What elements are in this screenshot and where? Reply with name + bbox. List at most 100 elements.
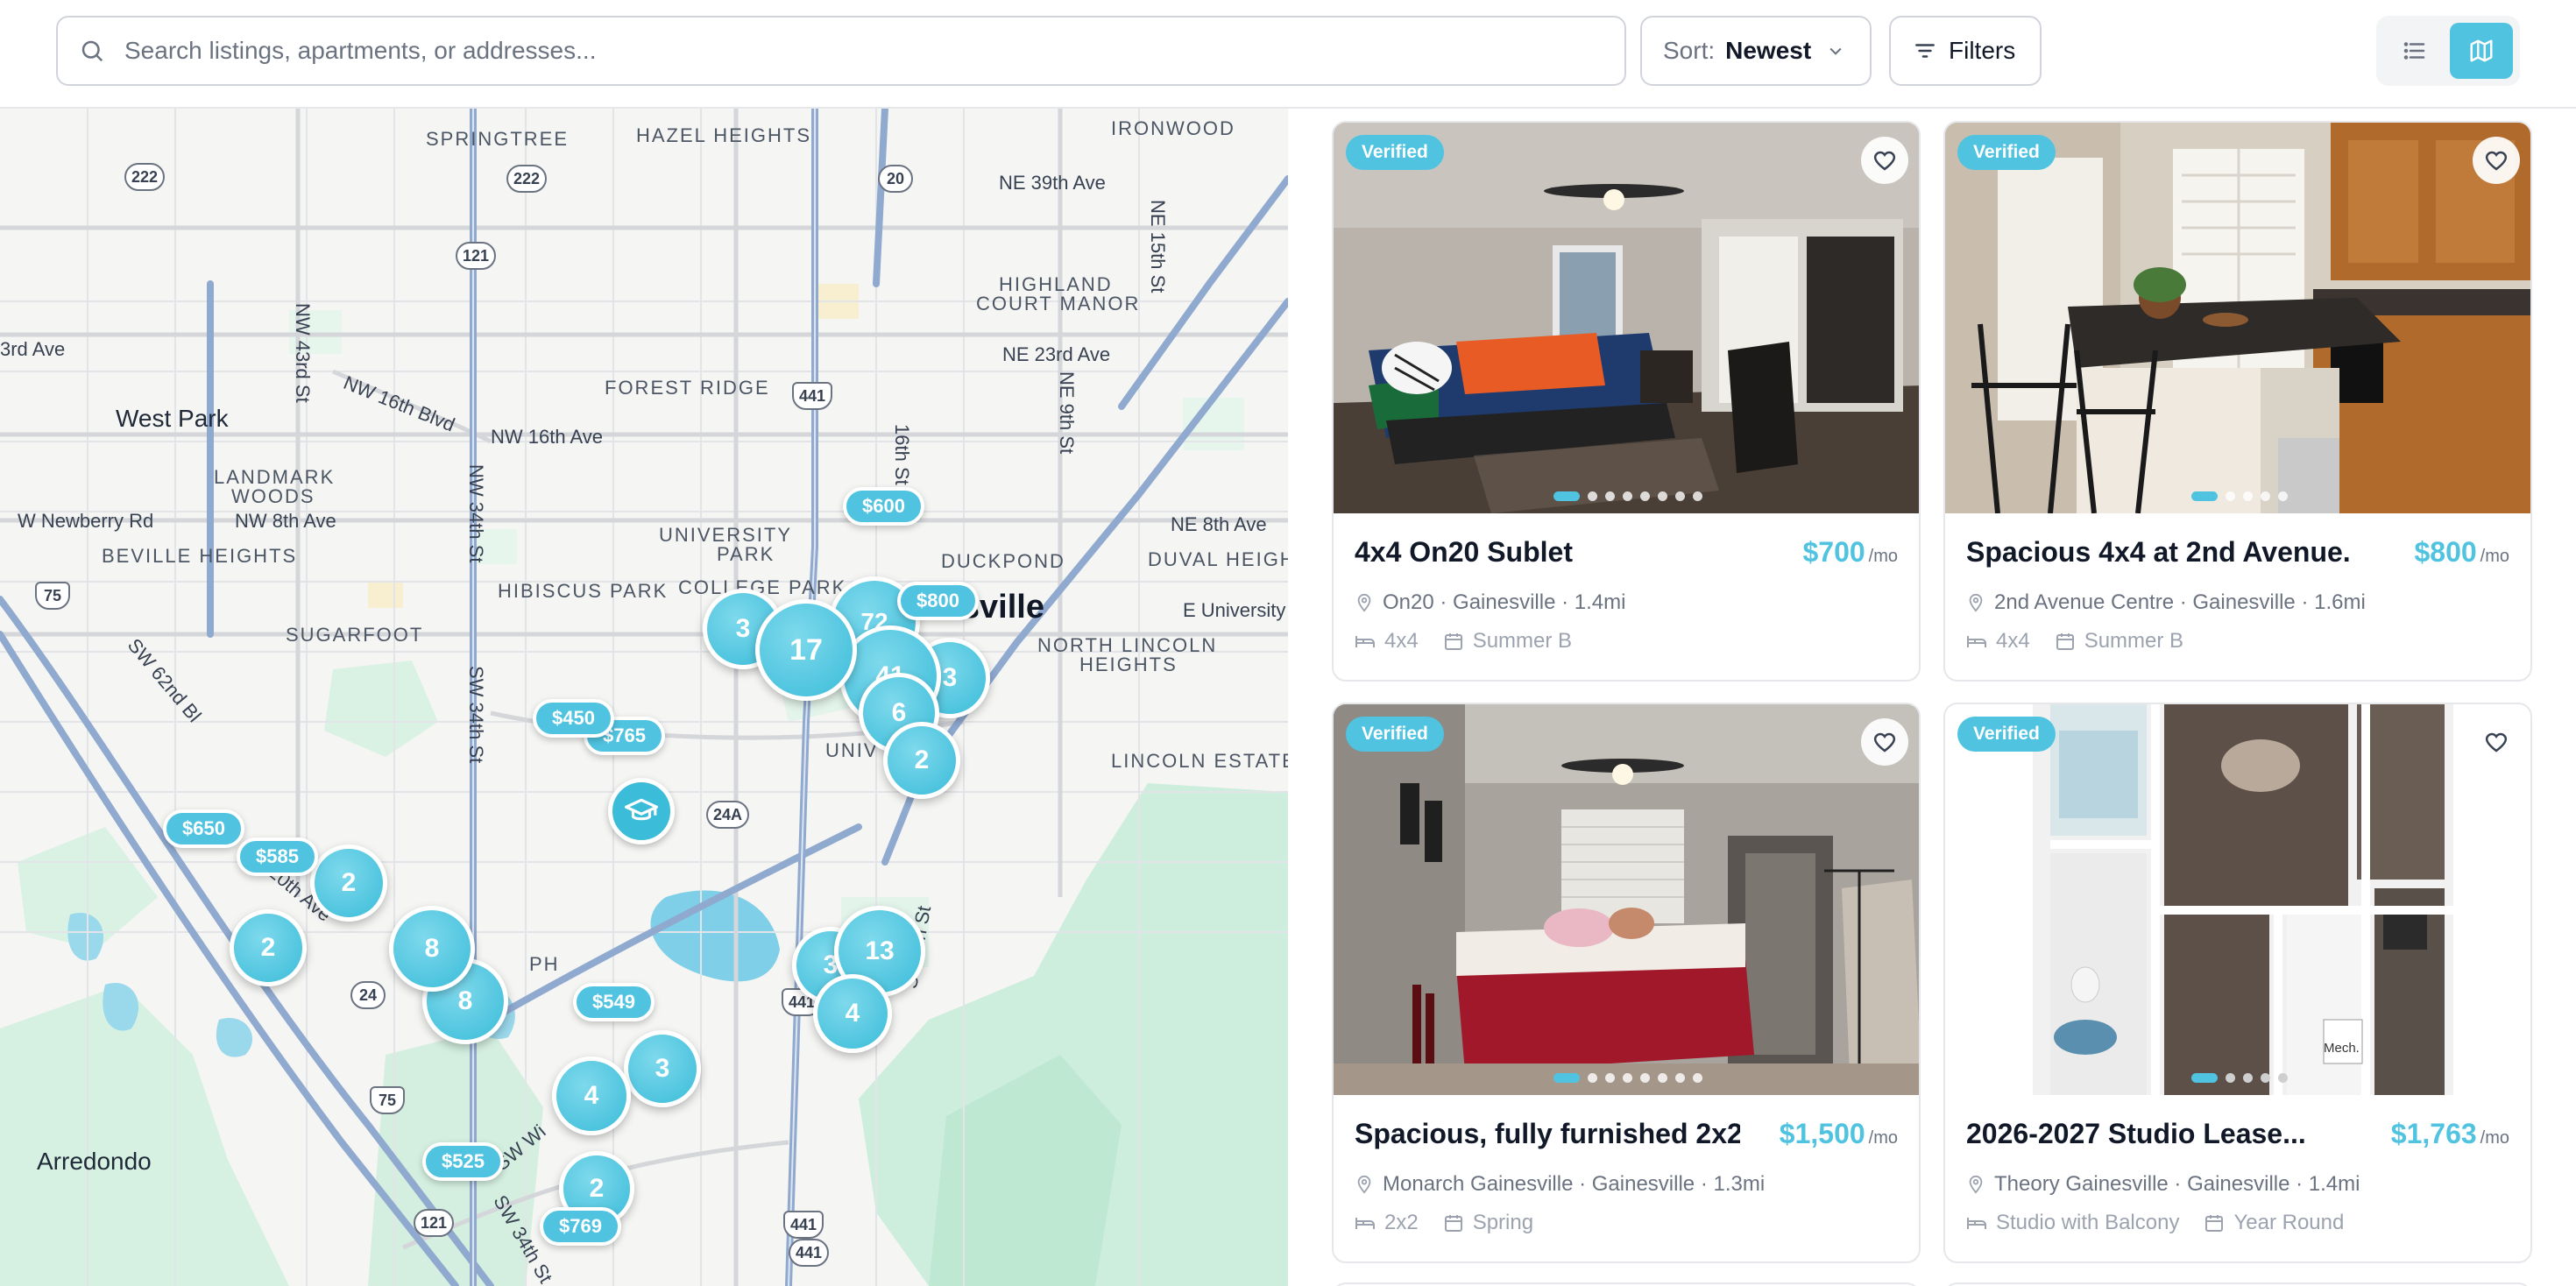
listing-card[interactable]: Verified 4x4 On20 Sublet $700/mo On20 · … xyxy=(1332,121,1921,682)
carousel-dot[interactable] xyxy=(1693,491,1702,501)
map-price-pin[interactable]: $769 xyxy=(540,1207,621,1246)
price-amount: $700 xyxy=(1802,536,1865,568)
map-cluster[interactable]: 8 xyxy=(389,906,475,992)
map-place-label: SUGARFOOT xyxy=(286,624,424,646)
listing-card[interactable]: Verified Spacious 4x4 at 2nd Avenue... $… xyxy=(1943,121,2532,682)
route-shield: 441 xyxy=(792,382,833,410)
map-street-label: 16th St xyxy=(891,424,913,485)
carousel-dot[interactable] xyxy=(1640,1073,1650,1083)
map-cluster[interactable]: 2 xyxy=(883,722,960,799)
search-icon xyxy=(81,40,103,62)
calendar-icon xyxy=(2056,633,2074,650)
map-place-label: WOODS xyxy=(231,485,315,507)
carousel-dot[interactable] xyxy=(1658,1073,1667,1083)
carousel-dot[interactable] xyxy=(1623,491,1632,501)
map-place-label: West Park xyxy=(116,405,229,432)
favorite-button[interactable] xyxy=(2473,137,2520,184)
favorite-button[interactable] xyxy=(1861,718,1908,766)
carousel-dot[interactable] xyxy=(1605,491,1615,501)
sort-dropdown[interactable]: Sort: Newest xyxy=(1640,16,1872,86)
map-street-label: NE 23rd Ave xyxy=(1002,343,1111,365)
carousel-dot[interactable] xyxy=(1605,1073,1615,1083)
map-price-pin[interactable]: $450 xyxy=(533,699,614,738)
listing-card[interactable]: Verified Spacious, fully furnished 2x2 .… xyxy=(1332,703,1921,1263)
filters-button[interactable]: Filters xyxy=(1889,16,2042,86)
carousel-dot[interactable] xyxy=(1640,491,1650,501)
calendar-icon xyxy=(2205,1215,2224,1232)
map-cluster[interactable]: 2 xyxy=(230,909,307,986)
listing-photo[interactable]: Verified xyxy=(1334,123,1919,513)
carousel-dot[interactable] xyxy=(2261,1073,2270,1083)
photo-carousel-dots[interactable] xyxy=(1553,491,1702,501)
location-pin-icon xyxy=(1969,1175,1983,1194)
listing-location: 2nd Avenue Centre · Gainesville · 1.6mi xyxy=(1966,590,2366,615)
listing-title[interactable]: Spacious, fully furnished 2x2 ... xyxy=(1355,1118,1740,1150)
map-price-pin[interactable]: $800 xyxy=(897,582,979,620)
carousel-dot[interactable] xyxy=(1693,1073,1702,1083)
route-shield: 24 xyxy=(350,981,386,1009)
photo-carousel-dots[interactable] xyxy=(1553,1073,1702,1083)
listing-photo[interactable]: Verified xyxy=(1945,123,2530,513)
term-text: Year Round xyxy=(2233,1211,2345,1234)
listing-card[interactable] xyxy=(1943,1282,2532,1286)
map-price-pin[interactable]: $549 xyxy=(573,983,655,1021)
carousel-dot[interactable] xyxy=(2226,1073,2235,1083)
view-toggle xyxy=(2376,16,2520,86)
photo-carousel-dots[interactable] xyxy=(2191,1073,2288,1083)
listing-meta: 4x4 Summer B xyxy=(1966,629,2183,654)
map-cluster[interactable]: 3 xyxy=(624,1030,701,1107)
map-cluster[interactable]: 2 xyxy=(310,844,387,922)
map-place-label: HEIGHTS xyxy=(1079,654,1178,675)
map-cluster[interactable]: 4 xyxy=(552,1056,631,1135)
listing-photo[interactable]: Verified xyxy=(1334,704,1919,1095)
map-place-label: FOREST RIDGE xyxy=(605,377,770,399)
map-price-pin[interactable]: $600 xyxy=(843,487,924,526)
carousel-dot[interactable] xyxy=(1623,1073,1632,1083)
carousel-dot[interactable] xyxy=(2261,491,2270,501)
carousel-dot[interactable] xyxy=(2191,1073,2218,1083)
listing-location: Theory Gainesville · Gainesville · 1.4mi xyxy=(1966,1172,2360,1197)
carousel-dot[interactable] xyxy=(2278,1073,2288,1083)
map-cluster[interactable]: 4 xyxy=(813,974,892,1053)
map-street-label: NE 9th St xyxy=(1056,371,1078,455)
map-price-pin[interactable]: $585 xyxy=(237,837,318,876)
map-panel[interactable]: IRONWOOD HAZEL HEIGHTS SPRINGTREE HIGHLA… xyxy=(0,109,1288,1286)
heart-icon xyxy=(2485,732,2508,753)
carousel-dot[interactable] xyxy=(1675,1073,1685,1083)
listing-photo[interactable]: Mech. Verified xyxy=(1945,704,2530,1095)
favorite-button[interactable] xyxy=(1861,137,1908,184)
carousel-dot[interactable] xyxy=(2226,491,2235,501)
search-box[interactable] xyxy=(56,16,1626,86)
carousel-dot[interactable] xyxy=(1553,491,1580,501)
bed-icon xyxy=(1967,636,1986,647)
favorite-button[interactable] xyxy=(2473,718,2520,766)
map-cluster[interactable]: 17 xyxy=(755,599,857,701)
carousel-dot[interactable] xyxy=(1588,1073,1597,1083)
price-amount: $800 xyxy=(2414,536,2477,568)
price-period: /mo xyxy=(2480,547,2509,566)
listing-card[interactable] xyxy=(1332,1282,1921,1286)
carousel-dot[interactable] xyxy=(1588,491,1597,501)
route-shield: 222 xyxy=(124,163,166,191)
carousel-dot[interactable] xyxy=(1658,491,1667,501)
list-view-button[interactable] xyxy=(2383,23,2446,79)
campus-marker[interactable] xyxy=(608,778,675,844)
photo-carousel-dots[interactable] xyxy=(2191,491,2288,501)
carousel-dot[interactable] xyxy=(2243,1073,2253,1083)
carousel-dot[interactable] xyxy=(2243,491,2253,501)
carousel-dot[interactable] xyxy=(1675,491,1685,501)
map-price-pin[interactable]: $650 xyxy=(163,809,244,848)
carousel-dot[interactable] xyxy=(2278,491,2288,501)
search-input[interactable] xyxy=(124,37,1526,65)
layout-text: 2x2 xyxy=(1384,1211,1419,1234)
listing-title[interactable]: Spacious 4x4 at 2nd Avenue... xyxy=(1966,536,2352,569)
carousel-dot[interactable] xyxy=(1553,1073,1580,1083)
listing-title[interactable]: 2026-2027 Studio Lease... xyxy=(1966,1118,2306,1150)
listing-title[interactable]: 4x4 On20 Sublet xyxy=(1355,536,1573,569)
list-icon xyxy=(2403,42,2425,60)
map-view-button[interactable] xyxy=(2450,23,2513,79)
listing-location: On20 · Gainesville · 1.4mi xyxy=(1355,590,1625,615)
carousel-dot[interactable] xyxy=(2191,491,2218,501)
listing-card[interactable]: Mech. Verified 2026-2027 Studio Lease...… xyxy=(1943,703,2532,1263)
map-price-pin[interactable]: $525 xyxy=(422,1142,504,1181)
